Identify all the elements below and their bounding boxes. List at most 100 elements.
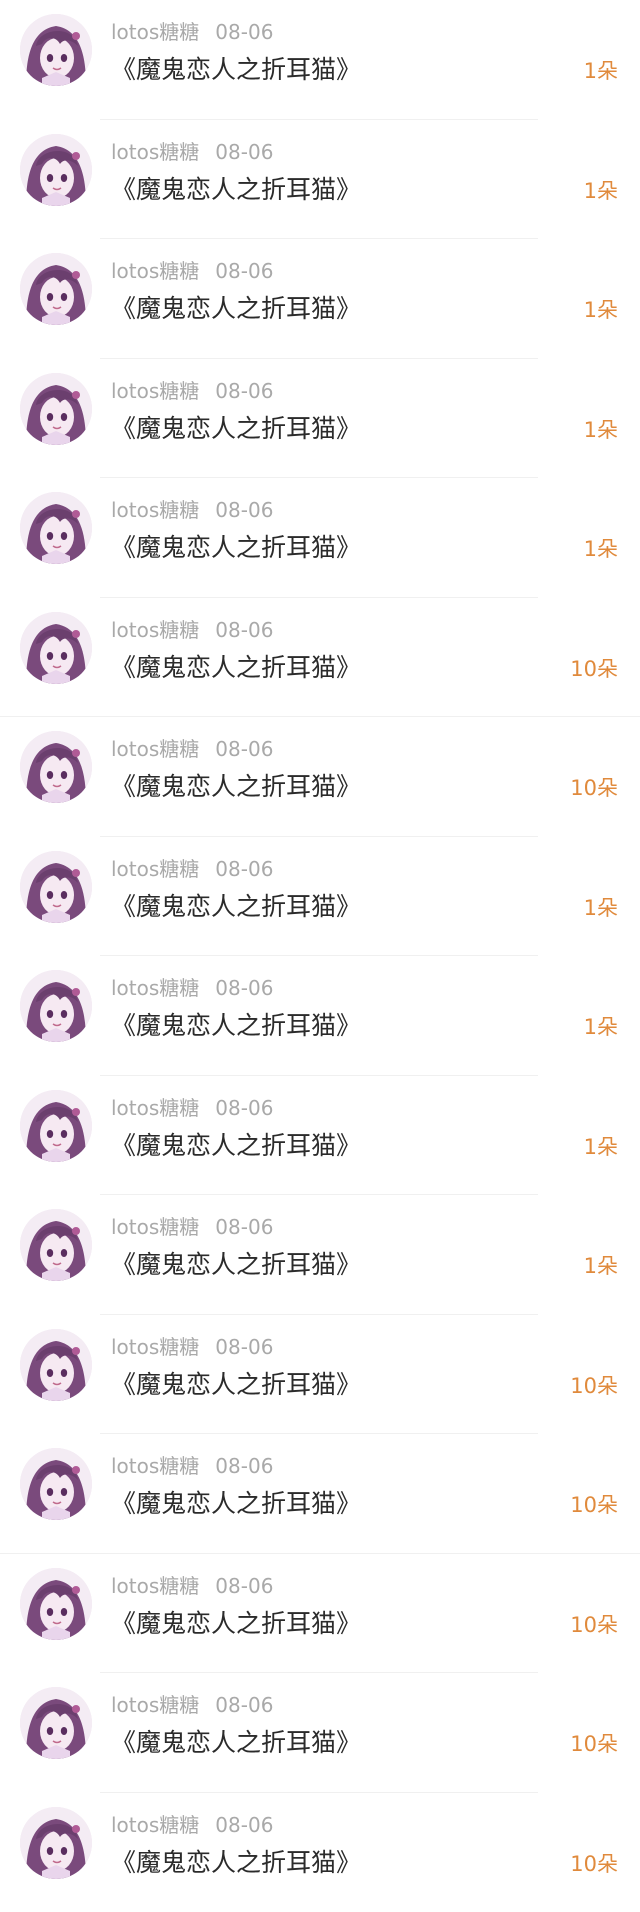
list-item[interactable]: lotos糖糖08-06 《魔鬼恋人之折耳猫》 1朵 [0, 956, 640, 1076]
list-item[interactable]: lotos糖糖08-06 《魔鬼恋人之折耳猫》 1朵 [0, 837, 640, 957]
gift-amount: 10朵 [570, 1731, 618, 1757]
date-text: 08-06 [215, 498, 273, 522]
list-item[interactable]: lotos糖糖 08-06 《魔鬼恋人之折耳猫》 1朵 [0, 120, 640, 240]
username[interactable]: lotos糖糖 [111, 1215, 199, 1239]
gift-amount: 1朵 [584, 1134, 618, 1160]
gift-amount: 1朵 [584, 58, 618, 84]
user-line: lotos糖糖 08-06 [111, 976, 273, 1000]
username[interactable]: lotos糖糖 [111, 498, 199, 522]
list-item[interactable]: lotos糖糖 08-06 《魔鬼恋人之折耳猫》 10朵 [0, 1315, 640, 1435]
user-line: lotos糖糖 08-06 [111, 140, 273, 164]
avatar-icon[interactable] [20, 1568, 92, 1640]
gift-amount: 1朵 [584, 536, 618, 562]
gift-amount: 1朵 [584, 297, 618, 323]
user-line: lotos糖糖08-06 [111, 1574, 273, 1598]
user-line: lotos糖糖 08-06 [111, 1335, 273, 1359]
list-item[interactable]: lotos糖糖08-06 《魔鬼恋人之折耳猫》 1朵 [0, 1076, 640, 1196]
date-text: 08-06 [215, 976, 273, 1000]
list-item[interactable]: lotos糖糖 08-06 《魔鬼恋人之折耳猫》 1朵 [0, 478, 640, 598]
username[interactable]: lotos糖糖 [111, 379, 199, 403]
list-item[interactable]: lotos糖糖08-06 《魔鬼恋人之折耳猫》 1朵 [0, 239, 640, 359]
username[interactable]: lotos糖糖 [111, 976, 199, 1000]
gift-amount: 1朵 [584, 1253, 618, 1279]
date-text: 08-06 [215, 140, 273, 164]
book-title[interactable]: 《魔鬼恋人之折耳猫》 [111, 1847, 361, 1879]
gift-amount: 1朵 [584, 178, 618, 204]
avatar-icon[interactable] [20, 731, 92, 803]
user-line: lotos糖糖 08-06 [111, 20, 273, 44]
date-text: 08-06 [215, 1335, 273, 1359]
username[interactable]: lotos糖糖 [111, 1454, 199, 1478]
avatar-icon[interactable] [20, 612, 92, 684]
list-item[interactable]: lotos糖糖08-06 《魔鬼恋人之折耳猫》 10朵 [0, 598, 640, 718]
gift-amount: 10朵 [570, 1612, 618, 1638]
user-line: lotos糖糖08-06 [111, 259, 273, 283]
date-text: 08-06 [215, 1693, 273, 1717]
username[interactable]: lotos糖糖 [111, 1335, 199, 1359]
gift-amount: 10朵 [570, 775, 618, 801]
book-title[interactable]: 《魔鬼恋人之折耳猫》 [111, 1369, 361, 1401]
username[interactable]: lotos糖糖 [111, 857, 199, 881]
user-line: lotos糖糖 08-06 [111, 1693, 273, 1717]
avatar-icon[interactable] [20, 492, 92, 564]
book-title[interactable]: 《魔鬼恋人之折耳猫》 [111, 413, 361, 445]
username[interactable]: lotos糖糖 [111, 737, 199, 761]
avatar-icon[interactable] [20, 1209, 92, 1281]
date-text: 08-06 [215, 379, 273, 403]
username[interactable]: lotos糖糖 [111, 1096, 199, 1120]
avatar-icon[interactable] [20, 134, 92, 206]
book-title[interactable]: 《魔鬼恋人之折耳猫》 [111, 1488, 361, 1520]
book-title[interactable]: 《魔鬼恋人之折耳猫》 [111, 1249, 361, 1281]
username[interactable]: lotos糖糖 [111, 1813, 199, 1837]
gift-amount: 10朵 [570, 1373, 618, 1399]
avatar-icon[interactable] [20, 253, 92, 325]
username[interactable]: lotos糖糖 [111, 20, 199, 44]
date-text: 08-06 [215, 1215, 273, 1239]
list-item[interactable]: lotos糖糖 08-06 《魔鬼恋人之折耳猫》 1朵 [0, 0, 640, 120]
user-line: lotos糖糖 08-06 [111, 737, 273, 761]
list-item[interactable]: lotos糖糖 08-06 《魔鬼恋人之折耳猫》 10朵 [0, 717, 640, 837]
date-text: 08-06 [215, 20, 273, 44]
avatar-icon[interactable] [20, 851, 92, 923]
avatar-icon[interactable] [20, 1090, 92, 1162]
avatar-icon[interactable] [20, 14, 92, 86]
book-title[interactable]: 《魔鬼恋人之折耳猫》 [111, 532, 361, 564]
avatar-icon[interactable] [20, 1448, 92, 1520]
username[interactable]: lotos糖糖 [111, 618, 199, 642]
avatar-icon[interactable] [20, 1687, 92, 1759]
book-title[interactable]: 《魔鬼恋人之折耳猫》 [111, 54, 361, 86]
avatar-icon[interactable] [20, 1329, 92, 1401]
date-text: 08-06 [215, 1454, 273, 1478]
user-line: lotos糖糖 08-06 [111, 618, 273, 642]
list-item[interactable]: lotos糖糖 08-06 《魔鬼恋人之折耳猫》 10朵 [0, 1673, 640, 1793]
list-item[interactable]: lotos糖糖08-06 《魔鬼恋人之折耳猫》 10朵 [0, 1793, 640, 1912]
username[interactable]: lotos糖糖 [111, 1693, 199, 1717]
book-title[interactable]: 《魔鬼恋人之折耳猫》 [111, 891, 361, 923]
list-item[interactable]: lotos糖糖08-06 《魔鬼恋人之折耳猫》 10朵 [0, 1554, 640, 1674]
avatar-icon[interactable] [20, 373, 92, 445]
list-item[interactable]: lotos糖糖 08-06 《魔鬼恋人之折耳猫》 1朵 [0, 359, 640, 479]
user-line: lotos糖糖 08-06 [111, 1454, 273, 1478]
list-item[interactable]: lotos糖糖 08-06 《魔鬼恋人之折耳猫》 1朵 [0, 1195, 640, 1315]
book-title[interactable]: 《魔鬼恋人之折耳猫》 [111, 1608, 361, 1640]
user-line: lotos糖糖 08-06 [111, 1215, 273, 1239]
gift-amount: 1朵 [584, 417, 618, 443]
avatar-icon[interactable] [20, 1807, 92, 1879]
user-line: lotos糖糖 08-06 [111, 498, 273, 522]
book-title[interactable]: 《魔鬼恋人之折耳猫》 [111, 652, 361, 684]
book-title[interactable]: 《魔鬼恋人之折耳猫》 [111, 293, 361, 325]
date-text: 08-06 [215, 618, 273, 642]
book-title[interactable]: 《魔鬼恋人之折耳猫》 [111, 771, 361, 803]
user-line: lotos糖糖08-06 [111, 857, 273, 881]
book-title[interactable]: 《魔鬼恋人之折耳猫》 [111, 1130, 361, 1162]
avatar-icon[interactable] [20, 970, 92, 1042]
book-title[interactable]: 《魔鬼恋人之折耳猫》 [111, 1010, 361, 1042]
book-title[interactable]: 《魔鬼恋人之折耳猫》 [111, 1727, 361, 1759]
username[interactable]: lotos糖糖 [111, 259, 199, 283]
username[interactable]: lotos糖糖 [111, 140, 199, 164]
date-text: 08-06 [215, 737, 273, 761]
book-title[interactable]: 《魔鬼恋人之折耳猫》 [111, 174, 361, 206]
list-item[interactable]: lotos糖糖08-06 《魔鬼恋人之折耳猫》 10朵 [0, 1434, 640, 1554]
date-text: 08-06 [215, 1813, 273, 1837]
username[interactable]: lotos糖糖 [111, 1574, 199, 1598]
